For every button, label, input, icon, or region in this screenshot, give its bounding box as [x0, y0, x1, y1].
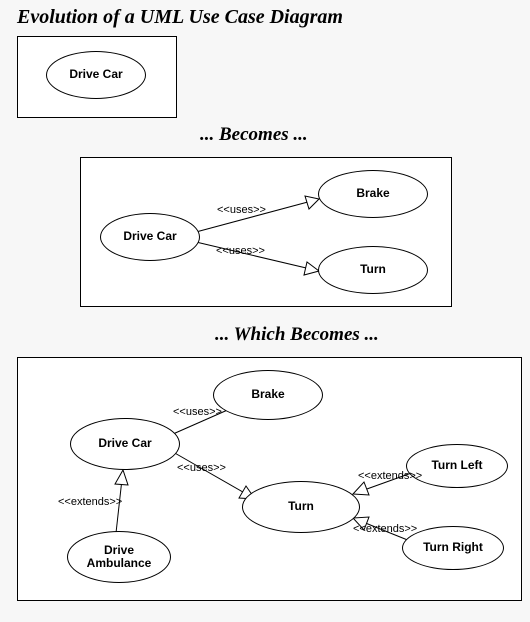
- relation-label-extends: <<extends>>: [358, 470, 422, 482]
- use-case-drive-car: Drive Car: [46, 51, 146, 99]
- panel-stage-1: Drive Car: [17, 36, 177, 118]
- use-case-turn: Turn: [318, 246, 428, 294]
- page-title: Evolution of a UML Use Case Diagram: [17, 6, 343, 29]
- use-case-drive-ambulance: Drive Ambulance: [67, 531, 171, 583]
- use-case-turn-right: Turn Right: [402, 526, 504, 570]
- relation-label-uses: <<uses>>: [177, 462, 226, 474]
- use-case-drive-car: Drive Car: [100, 213, 200, 261]
- panel-stage-2: Drive Car Brake Turn <<uses>> <<uses>>: [80, 157, 452, 307]
- use-case-drive-car: Drive Car: [70, 418, 180, 470]
- relation-label-uses: <<uses>>: [173, 406, 222, 418]
- use-case-brake: Brake: [213, 370, 323, 420]
- caption-which-becomes: ... Which Becomes ...: [215, 324, 379, 346]
- relation-label-uses: <<uses>>: [217, 204, 266, 216]
- relation-label-extends: <<extends>>: [58, 496, 122, 508]
- caption-becomes: ... Becomes ...: [200, 124, 308, 146]
- use-case-brake: Brake: [318, 170, 428, 218]
- panel-stage-3: Drive Car Brake Turn Drive Ambulance Tur…: [17, 357, 522, 601]
- relation-label-extends: <<extends>>: [353, 523, 417, 535]
- relation-label-uses: <<uses>>: [216, 245, 265, 257]
- use-case-turn: Turn: [242, 481, 360, 533]
